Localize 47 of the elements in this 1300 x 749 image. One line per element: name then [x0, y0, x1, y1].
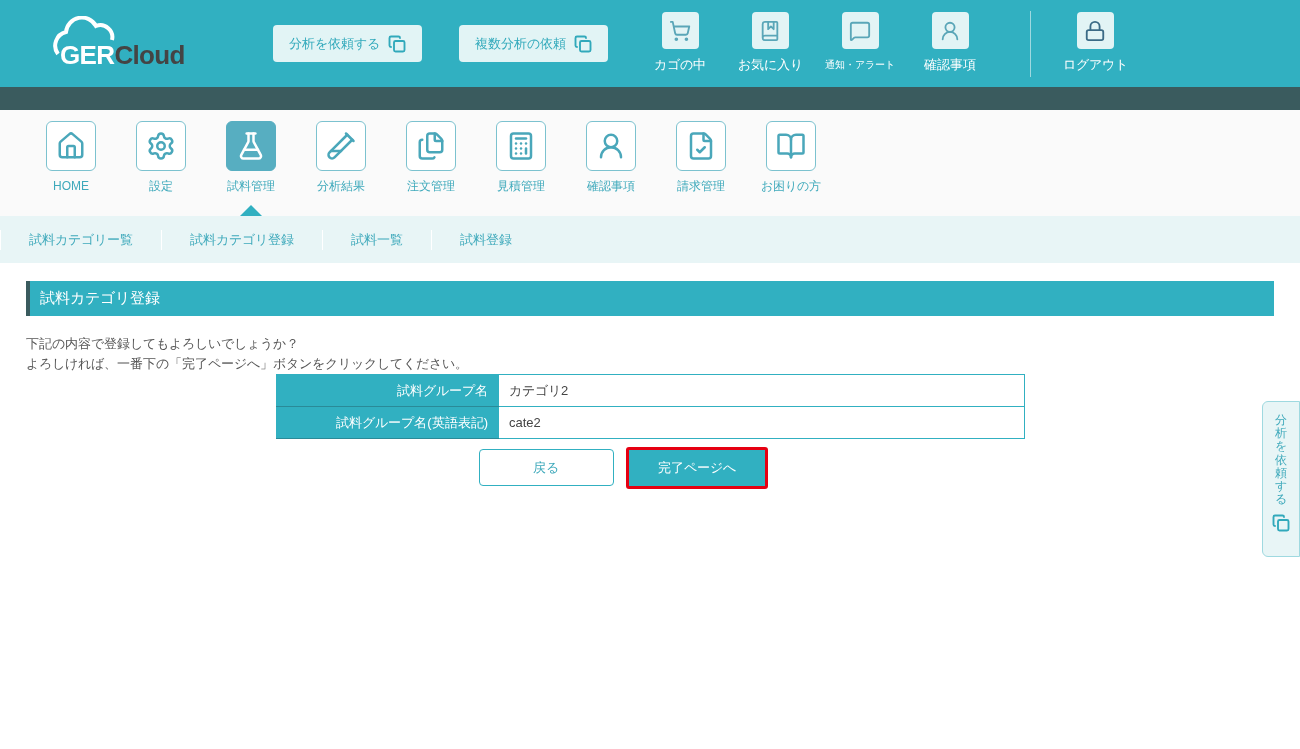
back-button[interactable]: 戻る — [478, 449, 614, 486]
nav-tab[interactable]: 見積管理 — [476, 121, 566, 216]
logo[interactable]: GERCloud — [52, 15, 187, 72]
message-text: 下記の内容で登録してもよろしいでしょうか？ — [26, 335, 300, 353]
submenu-link[interactable]: 試料一覧 — [323, 229, 431, 250]
book-icon — [776, 131, 806, 161]
table-header-cell: 試料グループ名(英語表記) — [276, 406, 499, 439]
house-icon — [56, 131, 86, 161]
header-link[interactable]: 確認事項 — [924, 55, 976, 75]
side-request-tab[interactable]: 分析を依頼する — [1262, 401, 1300, 557]
complete-button[interactable]: 完了ページへ — [625, 447, 768, 489]
nav-tab[interactable]: 請求管理 — [656, 121, 746, 216]
header-link[interactable]: カゴの中 — [654, 55, 706, 75]
icon-tile[interactable] — [751, 12, 789, 49]
nav-tab[interactable]: 分析結果 — [296, 121, 386, 216]
cart-icon — [669, 19, 691, 42]
copy-icon — [388, 34, 406, 53]
nav-tab[interactable]: HOME — [26, 121, 116, 216]
request-button[interactable]: 分析を依頼する — [273, 25, 422, 62]
logout-link[interactable]: ログアウト — [1062, 55, 1128, 75]
table-cell: cate2 — [498, 406, 1025, 439]
icon-tile[interactable] — [841, 12, 879, 49]
lock-icon — [1084, 19, 1106, 42]
test-tube-icon — [326, 131, 356, 161]
nav-tab[interactable]: 確認事項 — [566, 121, 656, 216]
speech-bubble-icon — [849, 19, 871, 42]
header-link[interactable]: 通知・アラート — [825, 55, 895, 75]
nav-tab[interactable]: 注文管理 — [386, 121, 476, 216]
submenu-link[interactable]: 試料登録 — [432, 229, 540, 250]
gear-icon — [146, 131, 176, 161]
documents-icon — [416, 131, 446, 161]
section-title: 試料カテゴリ登録 — [26, 281, 1274, 316]
submenu-link[interactable]: 試料カテゴリー覧 — [1, 229, 161, 250]
logo-text: GERCloud — [60, 41, 185, 68]
icon-tile[interactable] — [931, 12, 969, 49]
icon-tile[interactable] — [661, 12, 699, 49]
submenu-link[interactable]: 試料カテゴリ登録 — [162, 229, 322, 250]
table-cell: カテゴリ2 — [498, 374, 1025, 407]
message-text: よろしければ、一番下の「完了ページへ」ボタンをクリックしてください。 — [26, 355, 469, 373]
table-header-cell: 試料グループ名 — [276, 374, 499, 407]
header-link[interactable]: お気に入り — [737, 55, 803, 75]
copy-icon — [1272, 514, 1290, 533]
request-button[interactable]: 複数分析の依頼 — [459, 25, 608, 62]
icon-tile[interactable] — [1076, 12, 1114, 49]
nav-tab[interactable]: お困りの方 — [746, 121, 836, 216]
nav-tab[interactable]: 設定 — [116, 121, 206, 216]
copy-icon — [574, 34, 592, 53]
